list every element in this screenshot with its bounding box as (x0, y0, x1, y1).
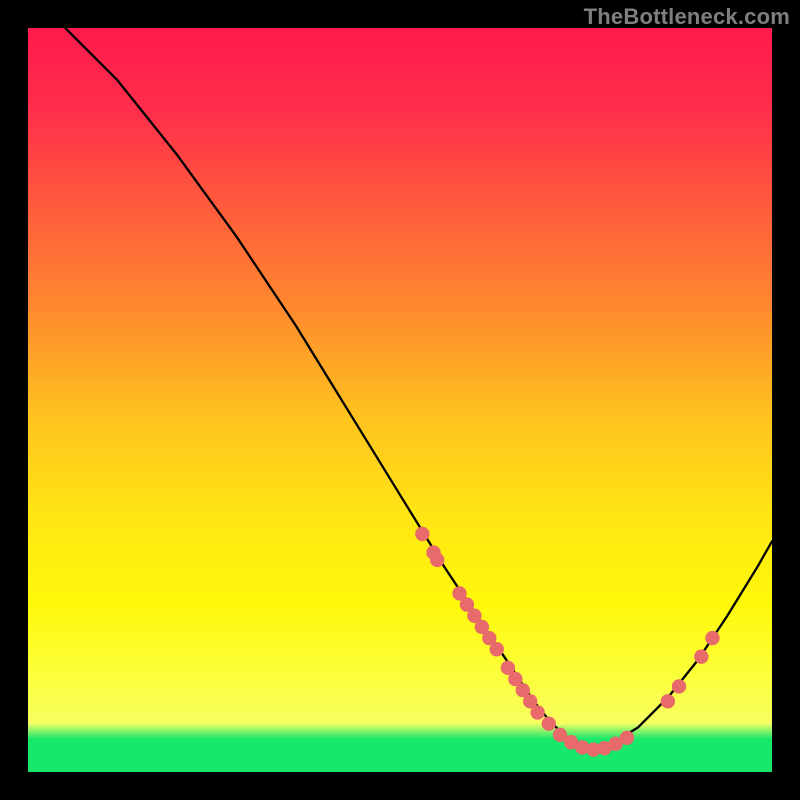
blend-strip (28, 723, 772, 739)
sample-dot (661, 694, 675, 708)
watermark-text: TheBottleneck.com (584, 4, 790, 30)
sample-dot (430, 553, 444, 567)
bottleneck-chart (0, 0, 800, 800)
sample-dot (415, 527, 429, 541)
sample-dot (530, 705, 544, 719)
sample-dot (490, 642, 504, 656)
sample-dot (672, 679, 686, 693)
sample-dot (694, 649, 708, 663)
chart-container: TheBottleneck.com (0, 0, 800, 800)
gradient-background (28, 28, 772, 731)
sample-dot (705, 631, 719, 645)
sample-dot (620, 731, 634, 745)
sample-dot (542, 716, 556, 730)
